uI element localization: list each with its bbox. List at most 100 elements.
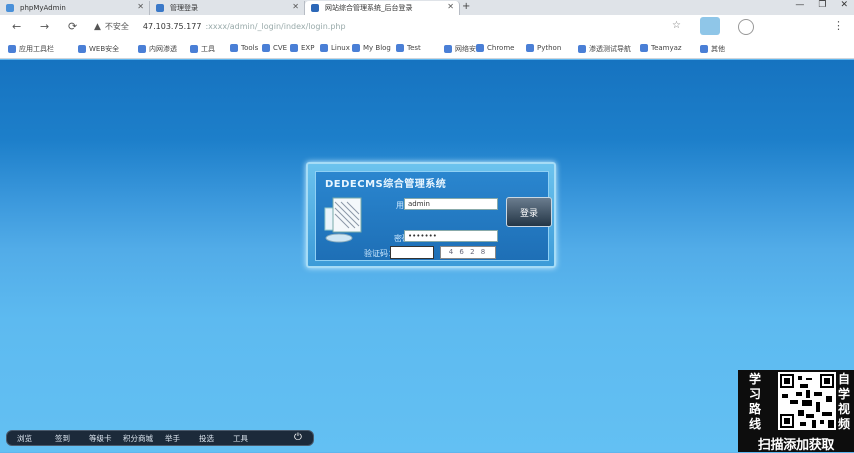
bookmark-label: 应用工具栏	[19, 45, 54, 53]
bookmark-label: WEB安全	[89, 45, 120, 53]
promo-char: 路	[748, 402, 761, 416]
taskbar-item-points-mall[interactable]: 积分商城	[123, 433, 153, 444]
bookmark-label: Teamyaz	[651, 44, 682, 52]
captcha-input[interactable]	[390, 246, 434, 259]
close-tab-icon[interactable]: ✕	[292, 2, 299, 11]
bookmark-folder-icon	[262, 44, 270, 52]
bookmark-label: Chrome	[487, 44, 515, 52]
bookmark-item[interactable]: CVE	[262, 44, 287, 52]
bookmark-label: EXP	[301, 44, 315, 52]
promo-char: 频	[837, 417, 850, 431]
bookmark-item[interactable]: Teamyaz	[640, 44, 682, 52]
bookmark-label: CVE	[273, 44, 288, 52]
bookmark-item[interactable]: EXP	[290, 44, 314, 52]
promo-right-text: 自 学 视 频	[837, 372, 851, 432]
bookmark-label: Python	[537, 44, 562, 52]
captcha-image[interactable]: 4 6 2 8	[440, 246, 496, 259]
shield-favicon-icon	[311, 4, 319, 12]
bookmarks-bar: 应用工具栏 WEB安全 内网渗透 工具 Tools CVE EXP Linux My Blog T…	[0, 39, 854, 59]
bookmark-item[interactable]: Python	[526, 44, 561, 52]
bookmark-folder-icon	[320, 44, 328, 52]
bookmark-folder-icon	[190, 45, 198, 53]
close-tab-icon[interactable]: ✕	[447, 2, 454, 11]
login-title: DEDECMS综合管理系统	[325, 179, 447, 190]
new-tab-button[interactable]: +	[462, 1, 470, 12]
bottom-taskbar: 浏览 签到 等级卡 积分商城 举手 投选 工具 ⏻	[6, 430, 314, 446]
taskbar-item-tools[interactable]: 工具	[233, 433, 248, 444]
bookmark-label: 内网渗透	[149, 45, 177, 53]
bookmark-item[interactable]: 应用工具栏	[8, 44, 54, 54]
bookmark-folder-icon	[476, 44, 484, 52]
bookmark-folder-icon	[444, 45, 452, 53]
maximize-button[interactable]: ❐	[818, 0, 826, 10]
bookmark-item[interactable]: Linux	[320, 44, 350, 52]
bookmark-folder-icon	[290, 44, 298, 52]
bookmark-item[interactable]: WEB安全	[78, 44, 119, 54]
bookmark-folder-icon	[352, 44, 360, 52]
bookmark-folder-icon	[138, 45, 146, 53]
forward-button[interactable]: →	[40, 20, 49, 33]
browser-menu-button[interactable]: ⋮	[833, 19, 844, 32]
promo-char: 学	[748, 372, 761, 386]
bookmark-item[interactable]: Tools	[230, 44, 258, 52]
reload-button[interactable]: ⟳	[68, 20, 77, 33]
bookmark-item[interactable]: 内网渗透	[138, 44, 177, 54]
login-panel: DEDECMS综合管理系统 用户名： admin 密码： ••••••• 验证码…	[306, 162, 556, 268]
bookmark-label: My Blog	[363, 44, 391, 52]
close-window-button[interactable]: ✕	[840, 0, 848, 10]
promo-char: 视	[837, 402, 850, 416]
promo-char: 自	[837, 372, 850, 386]
bookmark-folder-icon	[230, 44, 238, 52]
bookmark-label: 其他	[711, 45, 725, 53]
promo-left-text: 学 习 路 线	[748, 372, 762, 432]
bookmark-item[interactable]: My Blog	[352, 44, 391, 52]
bookmark-star-icon[interactable]: ☆	[672, 20, 681, 31]
tab-label: 网站综合管理系统_后台登录	[325, 4, 413, 12]
tab-phpmyadmin[interactable]: phpMyAdmin ✕	[0, 1, 150, 15]
address-bar[interactable]: ▲ 不安全 47.103.75.177 :xxxx/admin/_login/i…	[94, 19, 614, 34]
taskbar-item-level-card[interactable]: 等级卡	[89, 433, 112, 444]
url-host: 47.103.75.177	[142, 22, 202, 31]
bookmark-label: Tools	[241, 44, 259, 52]
taskbar-item-vote[interactable]: 投选	[199, 433, 214, 444]
minimize-button[interactable]: —	[795, 0, 804, 10]
bookmark-item[interactable]: Chrome	[476, 44, 514, 52]
bookmark-folder-icon	[640, 44, 648, 52]
extension-icon[interactable]	[700, 17, 720, 35]
bookmark-item[interactable]: Test	[396, 44, 421, 52]
bookmark-folder-icon	[396, 44, 404, 52]
bookmark-label: Linux	[331, 44, 350, 52]
security-status: 不安全	[104, 22, 129, 31]
tab-label: 管理登录	[170, 4, 198, 12]
taskbar-item-raise-hand[interactable]: 举手	[165, 433, 180, 444]
qr-promo-overlay: 学 习 路 线 自 学 视 频 扫描添加获取	[738, 370, 854, 453]
bookmark-item[interactable]: 其他	[700, 44, 725, 54]
bookmark-item[interactable]: 渗透测试导航	[578, 44, 631, 54]
tab-site-login[interactable]: 网站综合管理系统_后台登录 ✕	[305, 1, 460, 15]
bookmark-folder-icon	[578, 45, 586, 53]
promo-char: 学	[837, 387, 850, 401]
bookmark-folder-icon	[526, 44, 534, 52]
taskbar-item-checkin[interactable]: 签到	[55, 433, 70, 444]
warning-icon: ▲	[94, 21, 101, 32]
taskbar-item-browse[interactable]: 浏览	[17, 433, 32, 444]
login-button[interactable]: 登录	[506, 197, 552, 227]
bookmark-folder-icon	[8, 45, 16, 53]
browser-toolbar: ← → ⟳ ▲ 不安全 47.103.75.177 :xxxx/admin/_l…	[0, 15, 854, 39]
bookmark-folder-icon	[78, 45, 86, 53]
power-icon[interactable]: ⏻	[294, 432, 302, 443]
phpmyadmin-favicon-icon	[6, 4, 14, 12]
username-input[interactable]: admin	[404, 198, 498, 210]
computer-icon	[324, 197, 362, 243]
profile-avatar[interactable]	[738, 19, 754, 35]
tab-admin-login[interactable]: 管理登录 ✕	[150, 1, 305, 15]
bookmark-label: 工具	[201, 45, 215, 53]
close-tab-icon[interactable]: ✕	[137, 2, 144, 11]
promo-char: 线	[748, 417, 761, 431]
back-button[interactable]: ←	[12, 20, 21, 33]
bookmark-item[interactable]: 工具	[190, 44, 215, 54]
page-favicon-icon	[156, 4, 164, 12]
password-input[interactable]: •••••••	[404, 230, 498, 242]
promo-caption: 扫描添加获取	[757, 438, 835, 453]
promo-char: 习	[748, 387, 761, 401]
